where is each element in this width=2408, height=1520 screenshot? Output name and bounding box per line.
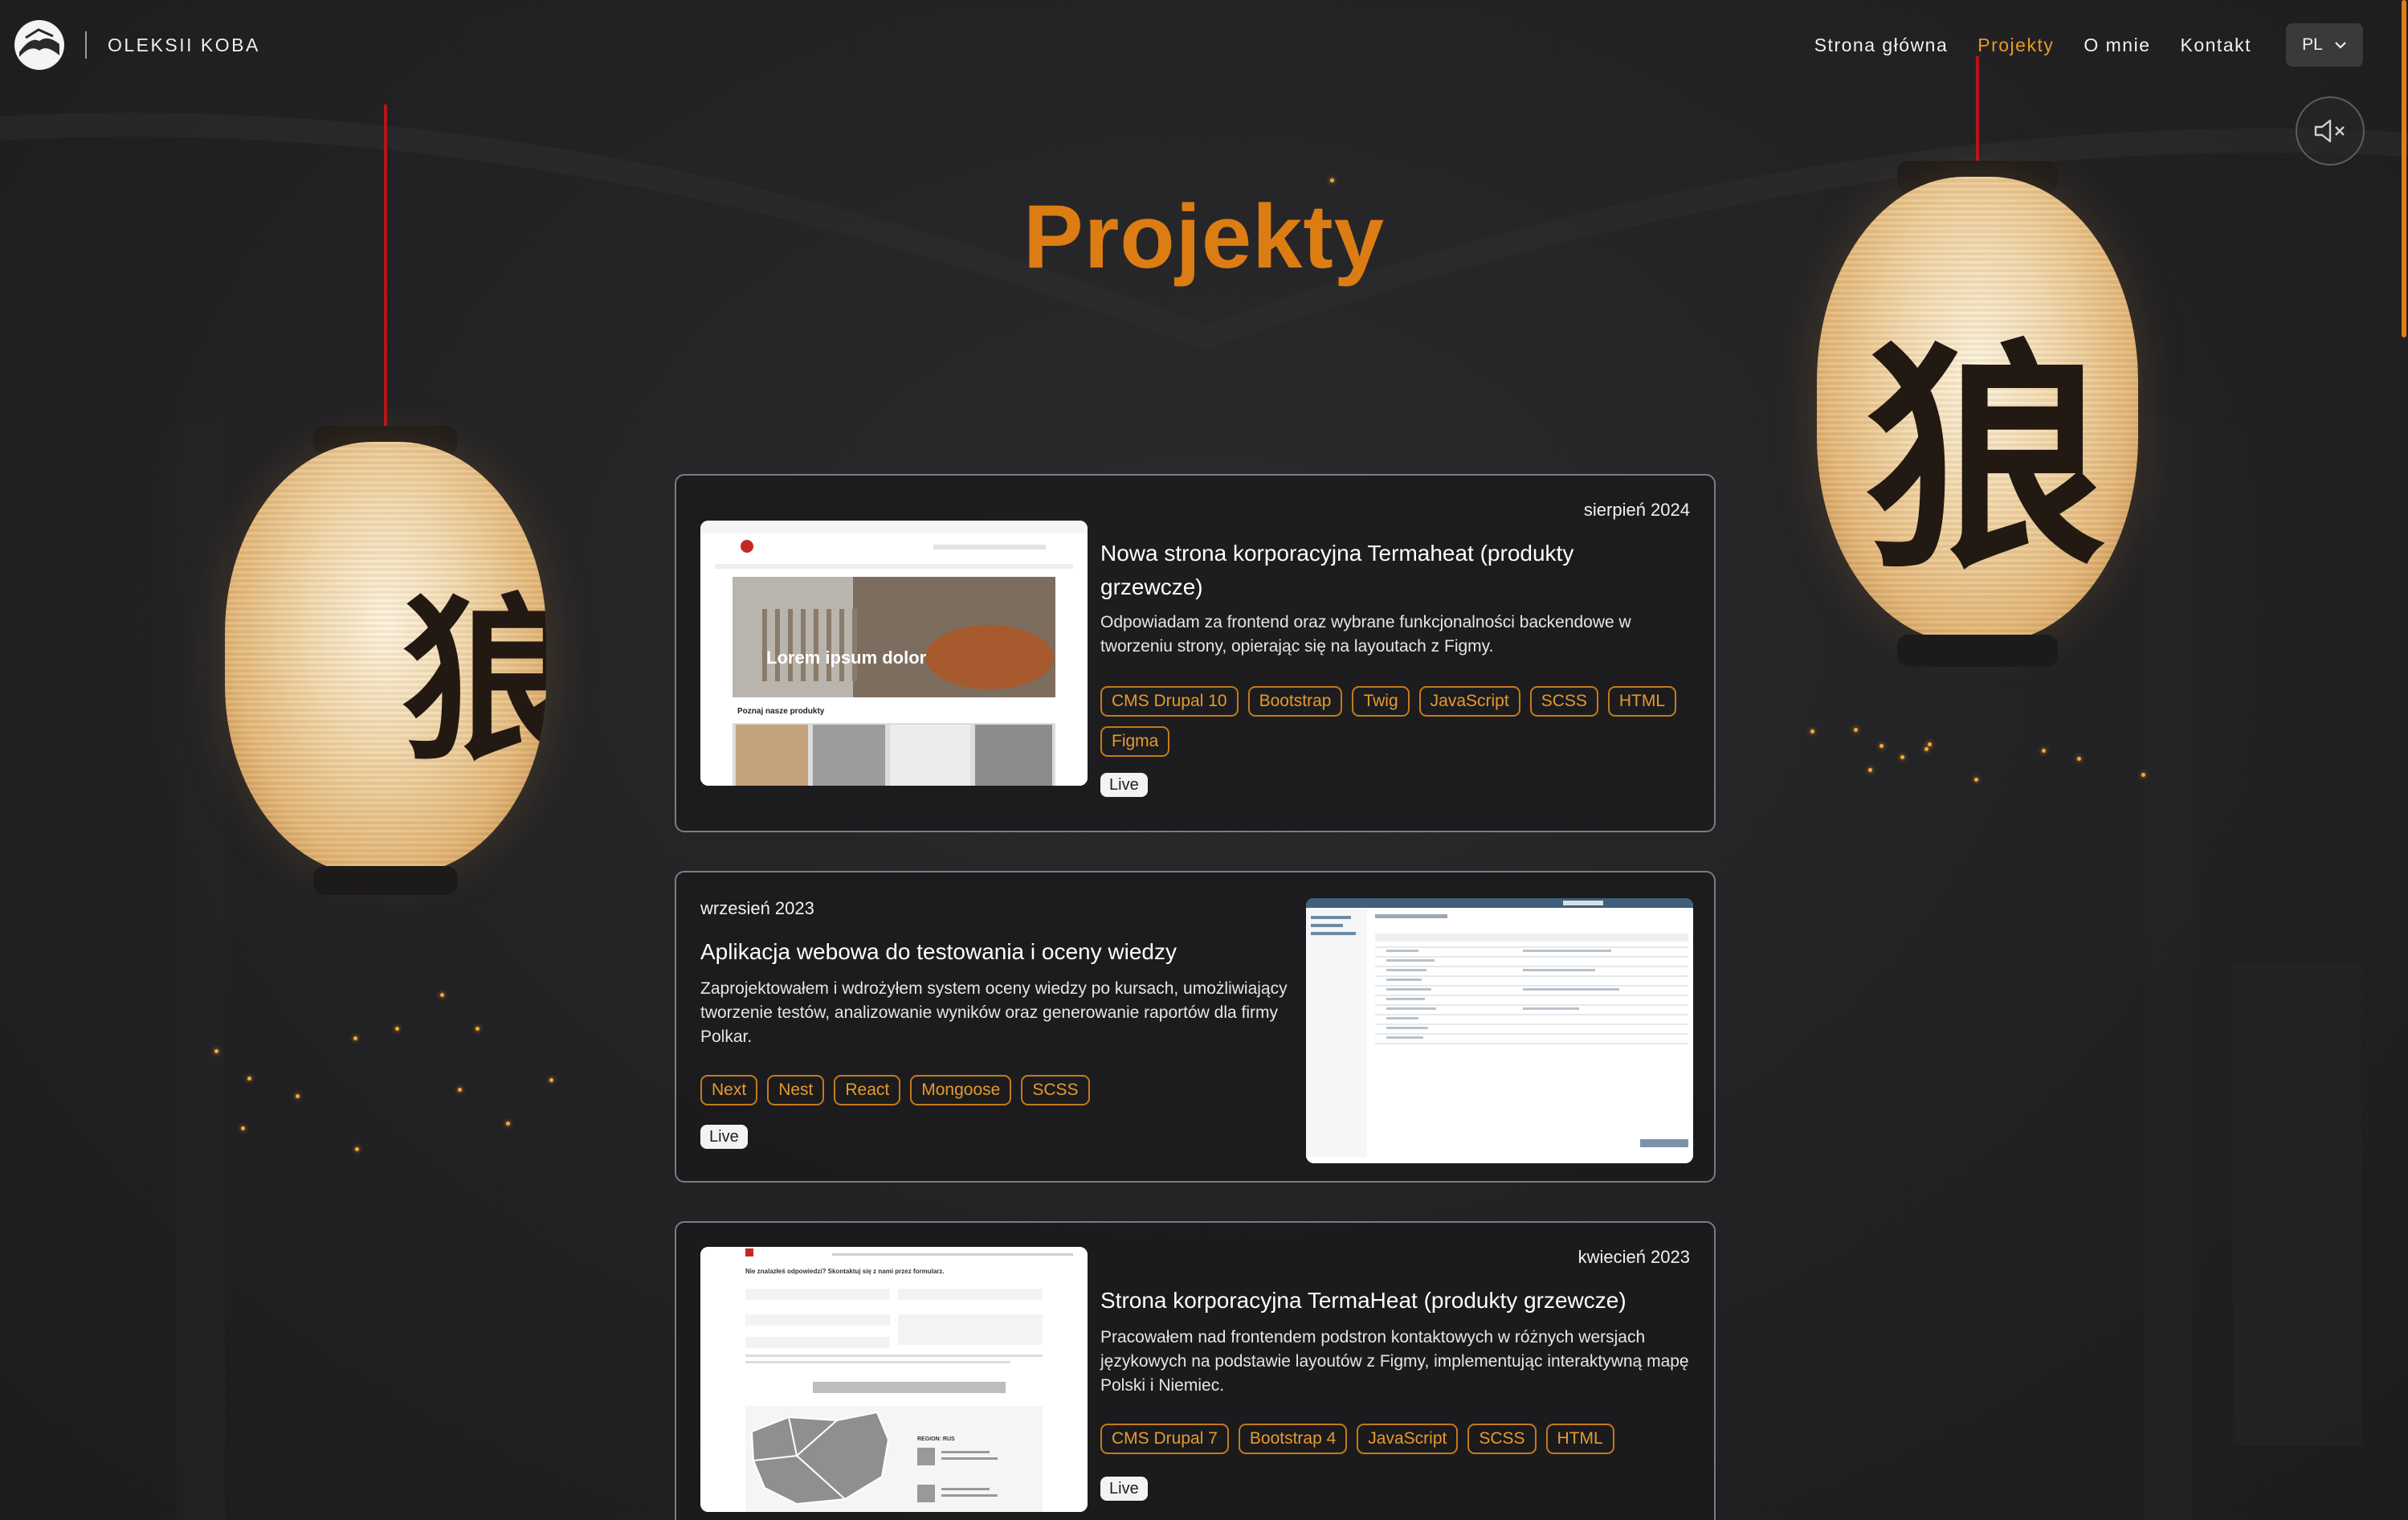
spark — [1879, 744, 1884, 748]
project-description: Odpowiadam za frontend oraz wybrane funk… — [1100, 613, 1631, 656]
lantern-right: 狼 — [1817, 56, 2138, 715]
project-date: sierpień 2024 — [1583, 500, 1690, 520]
language-select[interactable]: PL — [2286, 23, 2363, 67]
spark — [296, 1094, 300, 1098]
tech-tags: Next Nest React Mongoose SCSS — [700, 1075, 1295, 1105]
project-card: Nie znalazłeś odpowiedzi? Skontaktuj się… — [675, 1221, 1716, 1520]
spark — [1854, 728, 1858, 732]
spark — [1928, 742, 1932, 746]
thumbnail-contact-heading: Nie znalazłeś odpowiedzi? Skontaktuj się… — [745, 1268, 945, 1275]
spark — [440, 993, 444, 997]
project-title: Strona korporacyjna TermaHeat (produkty … — [1100, 1288, 1626, 1313]
spark — [2077, 757, 2081, 761]
brand-divider — [85, 31, 87, 59]
nav-projects[interactable]: Projekty — [1977, 35, 2054, 56]
lantern-glyph: 狼 — [402, 576, 546, 784]
project-date: kwiecień 2023 — [1577, 1247, 1690, 1267]
tech-tag: Next — [700, 1075, 758, 1105]
nav-contact[interactable]: Kontakt — [2181, 35, 2252, 56]
project-title: Aplikacja webowa do testowania i oceny w… — [700, 939, 1177, 964]
tech-tag: Bootstrap 4 — [1238, 1424, 1348, 1454]
tech-tag: JavaScript — [1418, 686, 1520, 717]
live-link[interactable]: Live — [1100, 773, 1148, 797]
spark — [506, 1122, 510, 1126]
nav-home[interactable]: Strona główna — [1814, 35, 1949, 56]
spark — [1330, 178, 1334, 182]
mute-button[interactable] — [2296, 96, 2365, 165]
project-title: Nowa strona korporacyjna Termaheat (prod… — [1100, 541, 1574, 599]
thumbnail-region-label: REGION: RUS — [917, 1436, 955, 1442]
lantern-glyph: 狼 — [1865, 317, 2106, 601]
tech-tag: Figma — [1100, 726, 1170, 757]
spark — [458, 1088, 462, 1092]
spark — [2042, 749, 2046, 753]
spark — [1810, 729, 1814, 733]
tech-tags: CMS Drupal 7 Bootstrap 4 JavaScript SCSS… — [1100, 1424, 1695, 1454]
nav-about[interactable]: O mnie — [2084, 35, 2150, 56]
tech-tag: SCSS — [1021, 1075, 1090, 1105]
spark — [2141, 773, 2145, 777]
live-link[interactable]: Live — [1100, 1477, 1148, 1501]
spark — [1868, 768, 1872, 772]
project-thumbnail[interactable] — [1306, 898, 1693, 1163]
thumbnail-products-heading: Poznaj nasze produkty — [737, 707, 825, 716]
tech-tag: HTML — [1607, 686, 1677, 717]
spark — [214, 1049, 218, 1053]
project-thumbnail[interactable]: Nie znalazłeś odpowiedzi? Skontaktuj się… — [700, 1247, 1088, 1512]
spark — [1900, 755, 1904, 759]
project-thumbnail[interactable]: Lorem ipsum dolor Poznaj nasze produkty — [700, 521, 1088, 786]
project-date: wrzesień 2023 — [700, 898, 814, 918]
chevron-down-icon — [2335, 42, 2346, 49]
tech-tag: Bootstrap — [1247, 686, 1343, 717]
spark — [353, 1036, 357, 1040]
tech-tag: Twig — [1352, 686, 1410, 717]
tech-tag: Mongoose — [910, 1075, 1012, 1105]
lantern-left: 狼 — [225, 104, 546, 940]
tech-tag: JavaScript — [1357, 1424, 1459, 1454]
spark — [247, 1077, 251, 1081]
logo-icon[interactable] — [14, 20, 64, 70]
project-card: Lorem ipsum dolor Poznaj nasze produkty … — [675, 474, 1716, 832]
spark — [475, 1027, 480, 1031]
spark — [355, 1147, 359, 1151]
project-card: wrzesień 2023 Aplikacja webowa do testow… — [675, 871, 1716, 1183]
tech-tag: SCSS — [1529, 686, 1598, 717]
brand-name[interactable]: OLEKSII KOBA — [108, 35, 260, 56]
tech-tags: CMS Drupal 10 Bootstrap Twig JavaScript … — [1100, 686, 1695, 757]
language-value: PL — [2302, 35, 2323, 54]
tech-tag: React — [834, 1075, 901, 1105]
tech-tag: Nest — [767, 1075, 825, 1105]
thumbnail-hero-heading: Lorem ipsum dolor — [766, 648, 927, 668]
project-description: Zaprojektowałem i wdrożyłem system oceny… — [700, 979, 1288, 1046]
live-link[interactable]: Live — [700, 1125, 748, 1149]
project-description: Pracowałem nad frontendem podstron konta… — [1100, 1328, 1689, 1395]
tech-tag: CMS Drupal 7 — [1100, 1424, 1229, 1454]
tech-tag: CMS Drupal 10 — [1100, 686, 1239, 717]
spark — [1974, 778, 1978, 782]
spark — [241, 1126, 245, 1130]
tech-tag: HTML — [1545, 1424, 1614, 1454]
spark — [549, 1078, 553, 1082]
brand[interactable]: OLEKSII KOBA — [14, 20, 260, 70]
tech-tag: SCSS — [1467, 1424, 1537, 1454]
spark — [1924, 747, 1928, 751]
spark — [395, 1027, 399, 1031]
speaker-muted-icon — [2314, 119, 2345, 143]
